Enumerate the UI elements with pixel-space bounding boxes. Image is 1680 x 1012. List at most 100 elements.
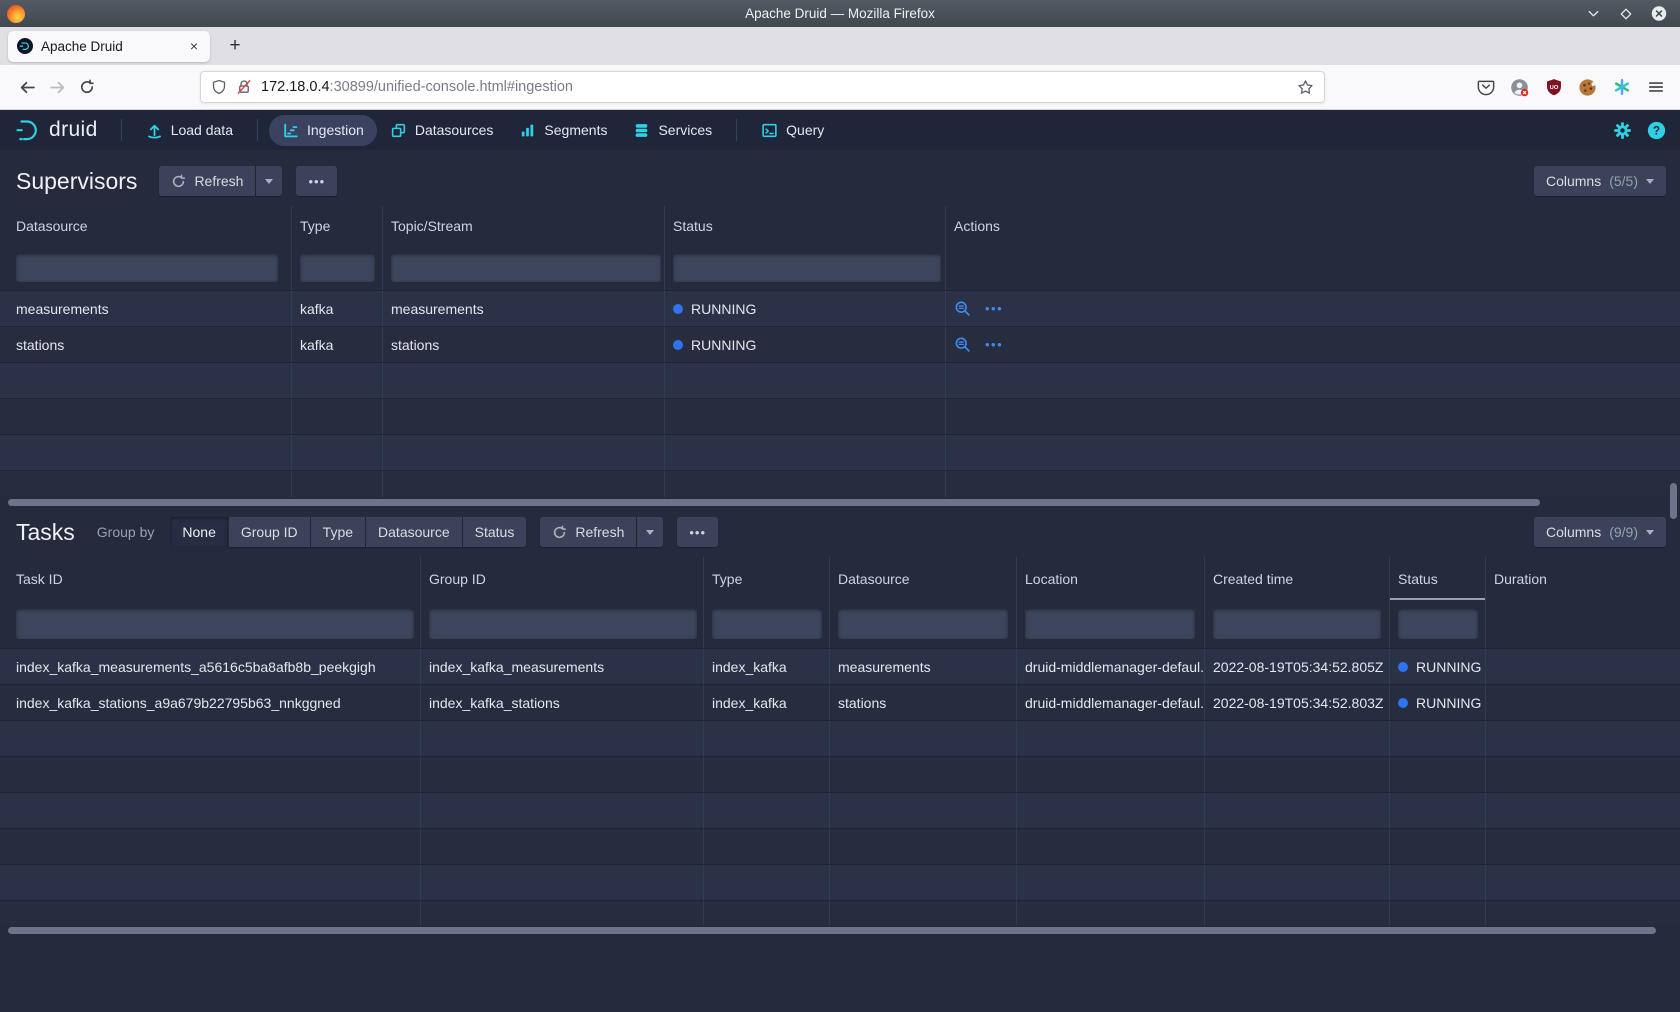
reload-button[interactable]	[72, 72, 102, 102]
col-header-group-id[interactable]: Group ID	[421, 557, 704, 600]
chevron-down-icon	[1586, 6, 1601, 21]
row-actions-button[interactable]: •••	[985, 337, 1003, 352]
help-icon[interactable]: ?	[1647, 121, 1666, 140]
filter-datasource-input[interactable]	[838, 609, 1008, 639]
filter-location-input[interactable]	[1025, 609, 1195, 639]
cell-status: RUNNING	[1390, 685, 1486, 720]
divider	[121, 119, 122, 141]
cell-duration	[1486, 685, 1680, 720]
group-by-status-button[interactable]: Status	[463, 517, 527, 547]
svg-text:?: ?	[1653, 124, 1660, 137]
col-header-topic-stream[interactable]: Topic/Stream	[383, 206, 665, 246]
menu-button[interactable]	[1643, 75, 1668, 100]
asterisk-extension-button[interactable]	[1609, 75, 1634, 100]
browser-tab-apache-druid[interactable]: Apache Druid ×	[8, 31, 210, 62]
col-header-type[interactable]: Type	[292, 206, 383, 246]
vertical-scrollbar-thumb[interactable]	[1670, 483, 1677, 519]
empty-row	[0, 434, 1680, 470]
tasks-refresh-dropdown-button[interactable]	[637, 517, 663, 547]
cell-location: druid-middlemanager-defaul...	[1017, 649, 1205, 684]
cell-datasource[interactable]: measurements	[0, 291, 292, 326]
supervisors-section-header: Supervisors Refresh ••• Columns (5/5)	[0, 150, 1680, 206]
col-header-datasource[interactable]: Datasource	[0, 206, 292, 246]
col-header-type[interactable]: Type	[704, 557, 830, 600]
tasks-columns-button[interactable]: Columns (9/9)	[1534, 517, 1666, 547]
window-minimize-button[interactable]	[1585, 6, 1601, 22]
supervisors-refresh-button[interactable]: Refresh	[159, 166, 255, 196]
query-icon	[761, 122, 778, 139]
inspect-magnifier-icon[interactable]	[954, 300, 971, 317]
pocket-button[interactable]	[1473, 75, 1498, 100]
group-by-datasource-button[interactable]: Datasource	[366, 517, 462, 547]
forward-button[interactable]	[42, 72, 72, 102]
filter-datasource-input[interactable]	[16, 254, 278, 282]
insecure-lock-icon[interactable]	[236, 79, 252, 95]
col-header-status[interactable]: Status	[665, 206, 946, 246]
supervisors-more-button[interactable]: •••	[296, 166, 337, 196]
scrollbar-thumb[interactable]	[8, 499, 1540, 506]
shield-icon[interactable]	[211, 79, 227, 95]
supervisors-refresh-dropdown-button[interactable]	[256, 166, 282, 196]
nav-label: Services	[658, 122, 712, 138]
window-maximize-button[interactable]	[1618, 6, 1634, 22]
task-row-stations[interactable]: index_kafka_stations_a9a679b22795b63_nnk…	[0, 684, 1680, 720]
tab-close-button[interactable]: ×	[187, 38, 201, 54]
nav-datasources[interactable]: Datasources	[377, 115, 507, 146]
url-bar[interactable]: 172.18.0.4:30899/unified-console.html#in…	[200, 71, 1325, 103]
cookie-extension-button[interactable]	[1575, 75, 1600, 100]
tasks-table-header-row: Task ID Group ID Type Datasource Locatio…	[0, 557, 1680, 600]
col-header-task-id[interactable]: Task ID	[0, 557, 421, 600]
bookmark-star-icon[interactable]	[1297, 79, 1314, 96]
back-button[interactable]	[12, 72, 42, 102]
tasks-more-button[interactable]: •••	[677, 517, 718, 547]
gear-icon[interactable]	[1613, 121, 1632, 140]
filter-type-input[interactable]	[300, 254, 375, 282]
cell-datasource: stations	[830, 685, 1017, 720]
filter-task-id-input[interactable]	[16, 609, 414, 639]
ublock-origin-button[interactable]: UO	[1541, 75, 1566, 100]
nav-ingestion[interactable]: Ingestion	[269, 115, 377, 146]
col-header-status-sorted[interactable]: Status	[1390, 557, 1486, 600]
cell-task-id[interactable]: index_kafka_stations_a9a679b22795b63_nnk…	[0, 685, 421, 720]
cell-datasource[interactable]: stations	[0, 327, 292, 362]
nav-segments[interactable]: Segments	[506, 115, 620, 146]
supervisor-row-measurements[interactable]: measurements kafka measurements RUNNING …	[0, 290, 1680, 326]
cell-task-id[interactable]: index_kafka_measurements_a5616c5ba8afb8b…	[0, 649, 421, 684]
supervisors-columns-button[interactable]: Columns (5/5)	[1534, 166, 1666, 196]
col-header-datasource[interactable]: Datasource	[830, 557, 1017, 600]
col-header-created-time[interactable]: Created time	[1205, 557, 1390, 600]
cell-type: index_kafka	[704, 649, 830, 684]
task-row-measurements[interactable]: index_kafka_measurements_a5616c5ba8afb8b…	[0, 648, 1680, 684]
group-by-none-button[interactable]: None	[170, 517, 227, 547]
nav-query[interactable]: Query	[748, 115, 837, 146]
col-header-location[interactable]: Location	[1017, 557, 1205, 600]
empty-row	[0, 470, 1680, 497]
supervisor-row-stations[interactable]: stations kafka stations RUNNING •••	[0, 326, 1680, 362]
tasks-table: Task ID Group ID Type Datasource Locatio…	[0, 557, 1680, 935]
druid-logo[interactable]: druid	[14, 117, 98, 143]
filter-status-input[interactable]	[1398, 609, 1478, 639]
col-header-duration[interactable]: Duration	[1486, 557, 1680, 600]
filter-status-input[interactable]	[673, 254, 941, 282]
account-extension-button[interactable]	[1507, 75, 1532, 100]
window-titlebar[interactable]: Apache Druid — Mozilla Firefox	[0, 0, 1680, 27]
group-by-type-button[interactable]: Type	[311, 517, 365, 547]
status-dot-icon	[673, 340, 683, 350]
filter-topic-input[interactable]	[391, 254, 661, 282]
filter-type-input[interactable]	[712, 609, 822, 639]
tab-title: Apache Druid	[41, 39, 187, 54]
tasks-section-header: Tasks Group by None Group ID Type Dataso…	[0, 507, 1680, 557]
window-close-button[interactable]	[1651, 6, 1667, 22]
tasks-refresh-button[interactable]: Refresh	[540, 517, 636, 547]
ingestion-icon	[282, 122, 299, 139]
filter-group-id-input[interactable]	[429, 609, 697, 639]
row-actions-button[interactable]: •••	[985, 301, 1003, 316]
nav-load-data[interactable]: Load data	[133, 115, 246, 146]
svg-text:UO: UO	[1549, 85, 1558, 91]
new-tab-button[interactable]: +	[220, 31, 250, 61]
group-by-group-id-button[interactable]: Group ID	[229, 517, 310, 547]
nav-services[interactable]: Services	[620, 115, 725, 146]
filter-created-time-input[interactable]	[1213, 609, 1381, 639]
scrollbar-thumb[interactable]	[8, 927, 1656, 934]
inspect-magnifier-icon[interactable]	[954, 336, 971, 353]
